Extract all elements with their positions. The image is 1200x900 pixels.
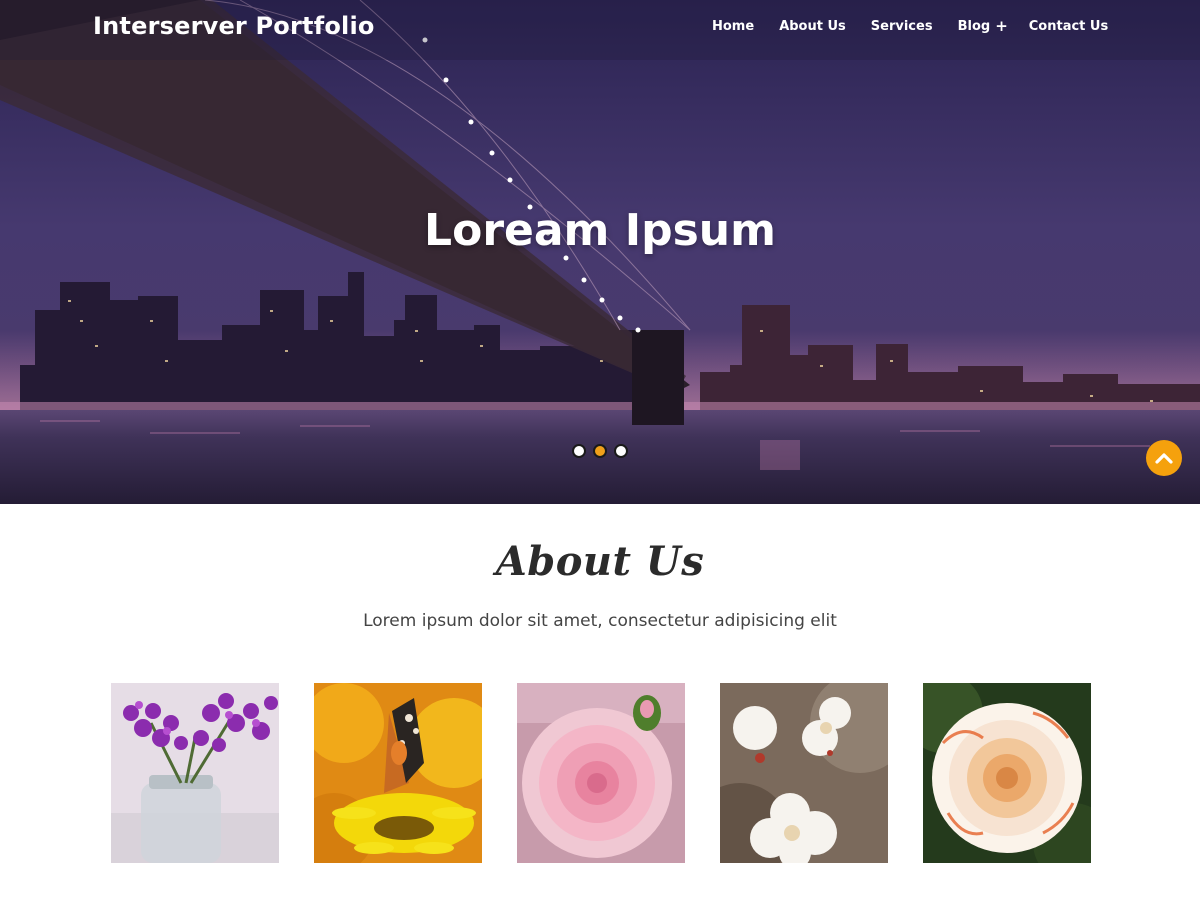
chevron-up-icon (1155, 453, 1173, 464)
hero-slider: Interserver Portfolio Home About Us Serv… (0, 0, 1200, 504)
about-description: Lorem ipsum dolor sit amet, consectetur … (363, 611, 837, 631)
blog-submenu-toggle[interactable]: + (995, 19, 1008, 34)
main-navigation: Home About Us Services Blog + Contact Us (712, 19, 1108, 35)
slider-dot-2[interactable] (593, 444, 607, 458)
scroll-to-top-button[interactable] (1146, 440, 1182, 476)
nav-services[interactable]: Services (871, 19, 933, 34)
purple-hyacinth-image[interactable] (111, 683, 279, 863)
nav-blog[interactable]: Blog (958, 19, 991, 34)
nav-about-us[interactable]: About Us (779, 19, 846, 34)
site-title[interactable]: Interserver Portfolio (93, 12, 375, 40)
slider-pagination (572, 444, 635, 458)
white-blossom-image[interactable] (720, 683, 888, 863)
slide-title: Loream Ipsum (424, 205, 776, 256)
slider-dot-3[interactable] (614, 444, 628, 458)
nav-contact-us[interactable]: Contact Us (1029, 19, 1108, 34)
pink-rose-image[interactable] (517, 683, 685, 863)
about-heading: About Us (495, 538, 705, 585)
white-orange-rose-image[interactable] (923, 683, 1091, 863)
slider-dot-1[interactable] (572, 444, 586, 458)
butterfly-image[interactable] (314, 683, 482, 863)
nav-home[interactable]: Home (712, 19, 754, 34)
